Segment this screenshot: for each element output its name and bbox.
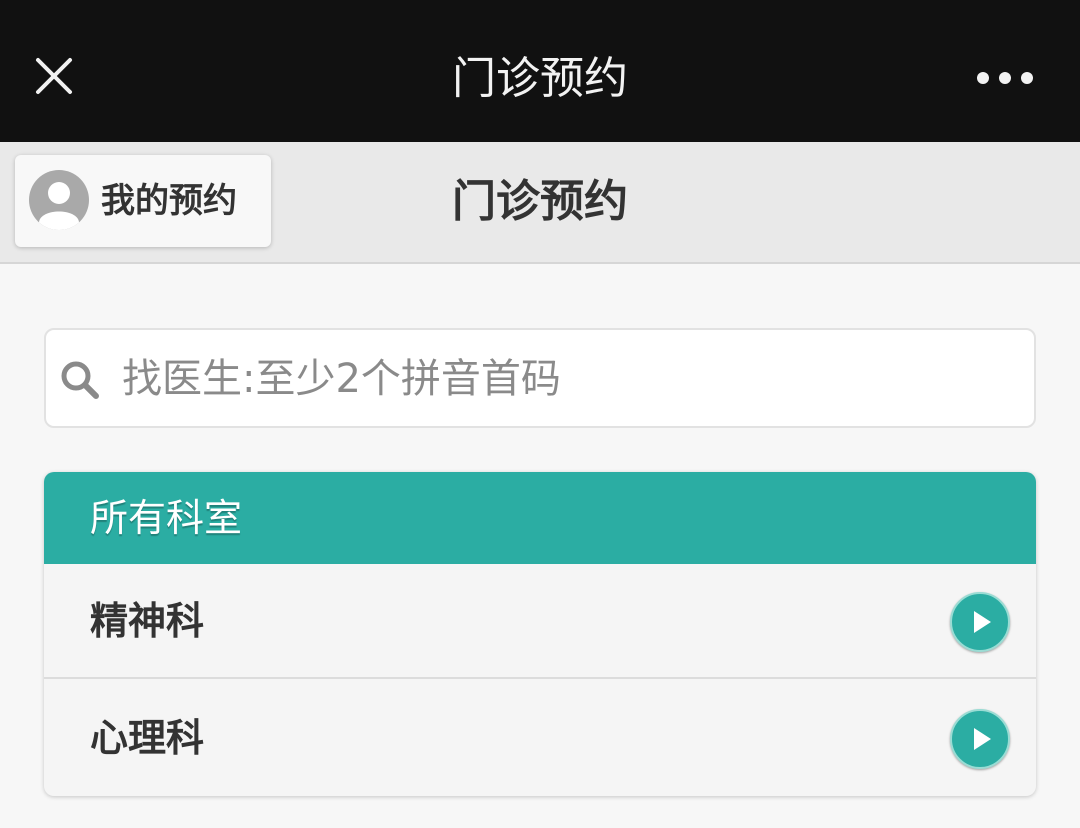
search-icon	[61, 361, 99, 399]
user-avatar-icon	[29, 170, 89, 230]
my-appointments-button[interactable]: 我的预约	[15, 155, 271, 247]
page-header: 我的预约 门诊预约	[0, 142, 1080, 264]
more-horizontal-icon	[977, 72, 1033, 84]
department-item-psychiatry[interactable]: 精神科	[44, 564, 1036, 679]
more-options-button[interactable]	[968, 56, 1042, 100]
department-name: 心理科	[90, 716, 205, 760]
window-title: 门诊预约	[452, 53, 628, 104]
all-departments-header: 所有科室	[44, 472, 1036, 564]
department-item-psychology[interactable]: 心理科	[44, 681, 1036, 796]
play-arrow-icon[interactable]	[950, 592, 1010, 652]
top-navigation-bar: 门诊预约	[0, 0, 1080, 142]
doctor-search-box	[44, 328, 1036, 428]
play-arrow-icon[interactable]	[950, 709, 1010, 769]
close-icon	[36, 58, 72, 94]
close-button[interactable]	[24, 46, 84, 106]
doctor-search-input[interactable]	[122, 344, 1012, 414]
department-list: 所有科室 精神科 心理科	[44, 472, 1036, 796]
department-name: 精神科	[90, 599, 205, 643]
all-departments-label: 所有科室	[90, 496, 243, 540]
my-appointments-label: 我的预约	[101, 181, 237, 221]
